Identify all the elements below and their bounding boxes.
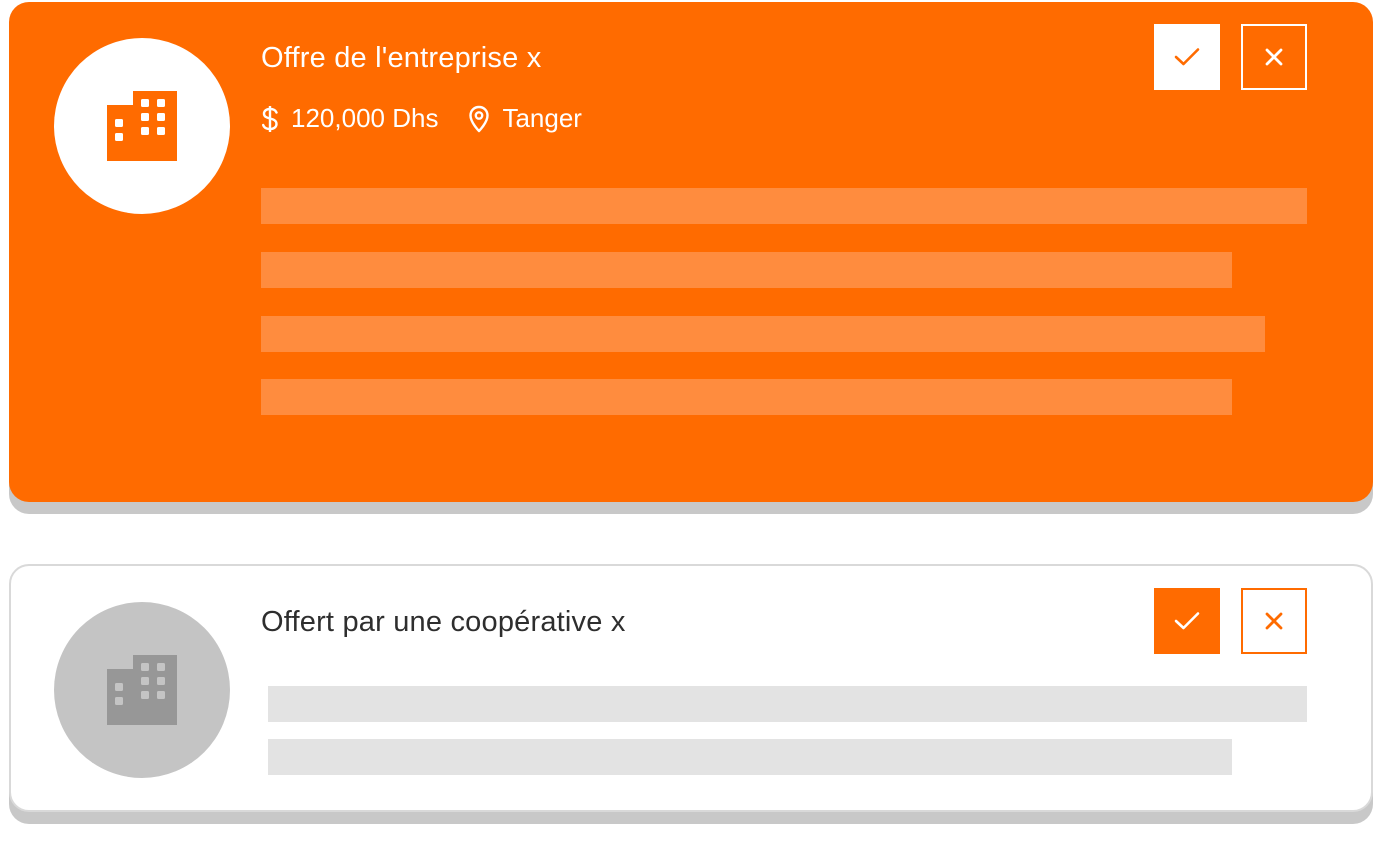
offer-meta: 120,000 Dhs Tanger bbox=[261, 103, 582, 134]
description-placeholder-line bbox=[261, 316, 1265, 352]
description-placeholder-line bbox=[268, 686, 1307, 722]
description-placeholder-line bbox=[261, 188, 1307, 224]
offer-title: Offre de l'entreprise x bbox=[261, 42, 542, 74]
salary: 120,000 Dhs bbox=[261, 103, 438, 134]
accept-button[interactable] bbox=[1154, 588, 1220, 654]
close-icon bbox=[1265, 48, 1283, 66]
dollar-icon bbox=[261, 105, 279, 133]
map-pin-icon bbox=[468, 105, 490, 133]
building-icon bbox=[107, 91, 177, 161]
company-avatar bbox=[54, 38, 230, 214]
check-icon bbox=[1174, 612, 1200, 630]
description-placeholder-line bbox=[261, 379, 1232, 415]
close-icon bbox=[1265, 612, 1283, 630]
check-icon bbox=[1174, 48, 1200, 66]
salary-value: 120,000 Dhs bbox=[291, 103, 439, 133]
offer-card-active[interactable]: Offre de l'entreprise x 120,000 Dhs Tang… bbox=[9, 2, 1373, 502]
location-value: Tanger bbox=[502, 103, 582, 133]
accept-button[interactable] bbox=[1154, 24, 1220, 90]
description-placeholder-line bbox=[261, 252, 1232, 288]
description-placeholder-line bbox=[268, 739, 1232, 775]
reject-button[interactable] bbox=[1241, 588, 1307, 654]
offer-card-inactive[interactable]: Offert par une coopérative x bbox=[9, 564, 1373, 812]
location: Tanger bbox=[468, 103, 582, 134]
offer-title: Offert par une coopérative x bbox=[261, 606, 626, 638]
company-avatar bbox=[54, 602, 230, 778]
reject-button[interactable] bbox=[1241, 24, 1307, 90]
building-icon bbox=[107, 655, 177, 725]
